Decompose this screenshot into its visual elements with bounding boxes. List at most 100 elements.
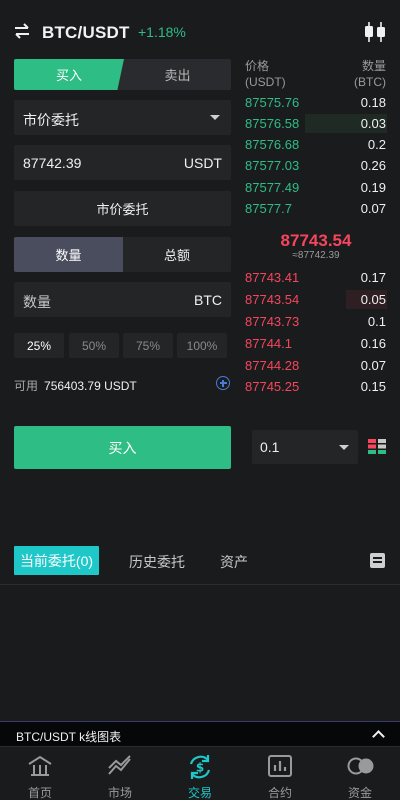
ask-price: 87743.54 bbox=[245, 292, 300, 307]
ask-row[interactable]: 87743.54 0.05 bbox=[245, 289, 387, 310]
tab-order-history[interactable]: 历史委托 bbox=[129, 552, 185, 572]
kline-bar-title: BTC/USDT k线图表 bbox=[16, 730, 122, 744]
nav-home[interactable]: 首页 bbox=[0, 747, 80, 800]
percent-75-button[interactable]: 75% bbox=[123, 333, 173, 358]
bid-price: 87577.7 bbox=[245, 201, 292, 216]
nav-funds[interactable]: 资金 bbox=[320, 747, 400, 800]
nav-home-label: 首页 bbox=[27, 786, 52, 800]
ask-price: 87743.41 bbox=[245, 270, 300, 285]
percent-50-button[interactable]: 50% bbox=[69, 333, 119, 358]
bid-price: 87576.68 bbox=[245, 137, 300, 152]
ask-amount: 0.07 bbox=[360, 358, 386, 373]
price-value: 87742.39 bbox=[23, 155, 82, 171]
tab-current-orders[interactable]: 当前委托(0) bbox=[14, 546, 99, 575]
bid-amount: 0.19 bbox=[360, 180, 386, 195]
quantity-tab[interactable]: 数量 bbox=[14, 237, 123, 272]
market-order-button[interactable]: 市价委托 bbox=[14, 191, 231, 226]
swap-icon[interactable] bbox=[14, 22, 30, 40]
bid-row[interactable]: 87575.76 0.18 bbox=[245, 92, 387, 113]
amount-header: 数量 (BTC) bbox=[354, 58, 386, 90]
ask-price: 87743.73 bbox=[245, 314, 300, 329]
nav-trade[interactable]: $ 交易 bbox=[160, 747, 240, 800]
price-header-unit: (USDT) bbox=[245, 75, 286, 89]
kline-chart-bar[interactable]: BTC/USDT k线图表 bbox=[0, 721, 400, 746]
bid-amount: 0.03 bbox=[360, 116, 386, 131]
last-price-approx: ≈87742.39 bbox=[292, 250, 340, 261]
amount-unit: BTC bbox=[194, 292, 222, 308]
amount-header-label: 数量 bbox=[361, 59, 386, 73]
buy-tab[interactable]: 买入 bbox=[14, 59, 124, 90]
available-balance: 可用 756403.79 USDT bbox=[14, 377, 137, 394]
price-field[interactable]: 87742.39 USDT bbox=[14, 145, 231, 180]
nav-market[interactable]: 市场 bbox=[80, 747, 160, 800]
orderbook-layout-icon[interactable] bbox=[368, 439, 386, 454]
bid-row[interactable]: 87577.49 0.19 bbox=[245, 177, 387, 198]
bid-row[interactable]: 87577.7 0.07 bbox=[245, 198, 387, 219]
bid-row[interactable]: 87576.68 0.2 bbox=[245, 134, 387, 155]
buy-button[interactable]: 买入 bbox=[14, 426, 231, 469]
bid-amount: 0.26 bbox=[360, 158, 386, 173]
bottom-nav: 首页 市场 $ 交易 合约 资金 bbox=[0, 746, 400, 800]
chevron-down-icon bbox=[339, 445, 349, 450]
bid-price: 87576.58 bbox=[245, 116, 300, 131]
ask-price: 87745.25 bbox=[245, 379, 300, 394]
trend-chart-icon bbox=[108, 755, 131, 775]
depth-value: 0.1 bbox=[260, 439, 280, 455]
ask-row[interactable]: 87743.41 0.17 bbox=[245, 267, 387, 288]
pair-title[interactable]: BTC/USDT bbox=[42, 23, 130, 43]
bid-amount: 0.07 bbox=[360, 201, 386, 216]
price-change: +1.18% bbox=[138, 24, 186, 40]
svg-text:$: $ bbox=[196, 761, 204, 775]
nav-funds-label: 资金 bbox=[347, 786, 372, 800]
ask-amount: 0.16 bbox=[360, 336, 386, 351]
nav-contract[interactable]: 合约 bbox=[240, 747, 320, 800]
trade-screen: { "header": {"pair": "BTC/USDT", "change… bbox=[0, 0, 400, 800]
amount-placeholder: 数量 bbox=[23, 294, 51, 310]
document-icon[interactable] bbox=[370, 553, 385, 568]
quantity-total-switch: 数量 总额 bbox=[14, 237, 231, 272]
percent-25-button[interactable]: 25% bbox=[14, 333, 64, 358]
divider bbox=[0, 584, 400, 585]
bid-price: 87577.03 bbox=[245, 158, 300, 173]
price-header: 价格 (USDT) bbox=[245, 58, 286, 90]
percent-100-button[interactable]: 100% bbox=[177, 333, 227, 358]
add-funds-icon[interactable] bbox=[216, 376, 230, 390]
available-value: 756403.79 USDT bbox=[44, 379, 137, 393]
ask-row[interactable]: 87743.73 0.1 bbox=[245, 311, 387, 332]
sell-tab[interactable]: 卖出 bbox=[124, 59, 231, 90]
ask-row[interactable]: 87744.28 0.07 bbox=[245, 355, 387, 376]
ask-amount: 0.1 bbox=[367, 314, 386, 329]
chevron-down-icon bbox=[210, 115, 220, 120]
bid-price: 87577.49 bbox=[245, 180, 300, 195]
bid-amount: 0.18 bbox=[360, 95, 386, 110]
price-unit: USDT bbox=[183, 155, 222, 171]
buy-sell-switch: 买入 卖出 bbox=[14, 59, 231, 90]
last-price: 87743.54 bbox=[280, 231, 352, 250]
ask-price: 87744.28 bbox=[245, 358, 300, 373]
tab-assets[interactable]: 资产 bbox=[220, 552, 248, 572]
price-header-label: 价格 bbox=[245, 59, 270, 73]
chevron-up-icon bbox=[372, 730, 385, 743]
depth-select[interactable]: 0.1 bbox=[252, 430, 358, 464]
total-tab[interactable]: 总额 bbox=[123, 237, 231, 272]
order-type-value: 市价委托 bbox=[23, 112, 79, 128]
nav-contract-label: 合约 bbox=[267, 786, 292, 800]
bid-row[interactable]: 87577.03 0.26 bbox=[245, 155, 387, 176]
amount-input[interactable]: 数量 BTC bbox=[14, 282, 231, 317]
bar-chart-icon bbox=[268, 755, 292, 777]
ask-amount: 0.05 bbox=[360, 292, 386, 307]
amount-header-unit: (BTC) bbox=[354, 75, 386, 89]
nav-trade-label: 交易 bbox=[187, 786, 212, 800]
nav-market-label: 市场 bbox=[107, 786, 132, 800]
coins-icon bbox=[347, 757, 374, 775]
bid-price: 87575.76 bbox=[245, 95, 300, 110]
ask-price: 87744.1 bbox=[245, 336, 292, 351]
order-type-select[interactable]: 市价委托 bbox=[14, 100, 231, 135]
candlestick-icon[interactable] bbox=[362, 21, 388, 43]
ask-row[interactable]: 87744.1 0.16 bbox=[245, 333, 387, 354]
ask-row[interactable]: 87745.25 0.15 bbox=[245, 376, 387, 397]
exchange-icon: $ bbox=[189, 755, 211, 779]
bid-row[interactable]: 87576.58 0.03 bbox=[245, 113, 387, 134]
ask-amount: 0.17 bbox=[360, 270, 386, 285]
bid-amount: 0.2 bbox=[367, 137, 386, 152]
